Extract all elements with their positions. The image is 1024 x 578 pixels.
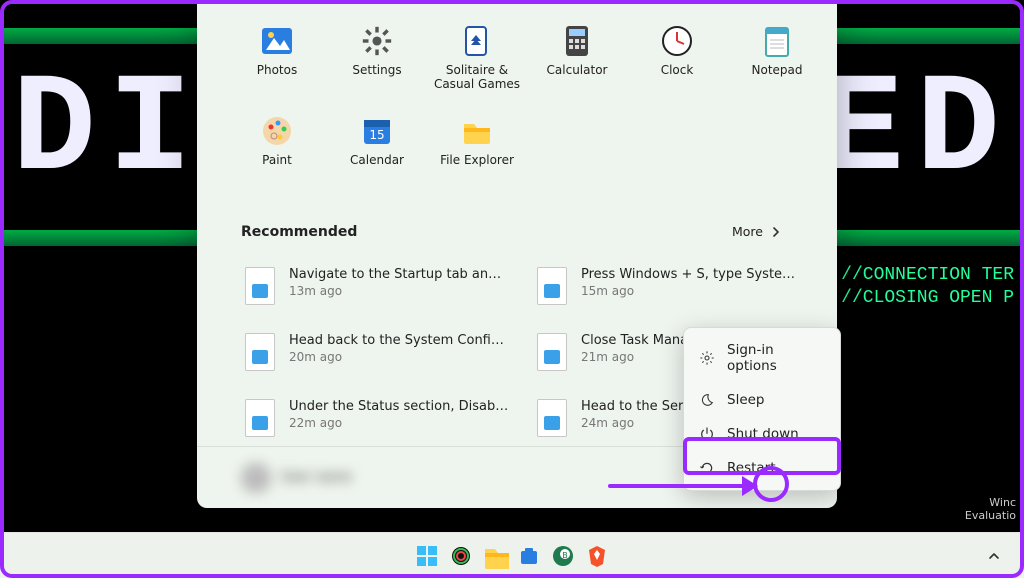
taskbar-brave[interactable]	[583, 542, 611, 570]
recommended-item[interactable]: Navigate to the Startup tab and cli… 13m …	[241, 263, 513, 309]
settings-icon	[360, 24, 394, 58]
power-menu-label: Shut down	[727, 426, 799, 442]
calendar-icon: 15	[360, 114, 394, 148]
recommended-title: Under the Status section, Disable o…	[289, 399, 509, 414]
wallpaper-text-right: ED	[820, 52, 1012, 211]
pinned-app-notepad[interactable]: Notepad	[729, 18, 825, 104]
pinned-app-label: Solitaire & Casual Games	[432, 64, 522, 92]
user-name: User name	[281, 470, 352, 485]
calculator-icon	[560, 24, 594, 58]
taskbar-store[interactable]	[515, 542, 543, 570]
avatar	[241, 463, 271, 493]
taskbar-search[interactable]	[447, 542, 475, 570]
pinned-app-calculator[interactable]: Calculator	[529, 18, 625, 104]
pinned-app-label: Calculator	[547, 64, 608, 78]
document-icon	[245, 399, 275, 437]
document-icon	[245, 333, 275, 371]
power-icon	[699, 426, 715, 442]
pinned-app-settings[interactable]: Settings	[329, 18, 425, 104]
recommended-title: Close Task Manag	[581, 333, 696, 348]
recommended-time: 20m ago	[289, 350, 509, 364]
taskbar-start[interactable]	[413, 542, 441, 570]
pinned-app-label: Calendar	[350, 154, 404, 168]
recommended-title: Press Windows + S, type System C…	[581, 267, 801, 282]
power-menu-restart[interactable]: Restart	[689, 451, 835, 485]
wallpaper-code-1: //CONNECTION TER	[841, 265, 1014, 285]
restart-icon	[699, 460, 715, 476]
user-account-button[interactable]: User name	[241, 463, 352, 493]
notepad-icon	[760, 24, 794, 58]
pinned-app-label: Paint	[262, 154, 292, 168]
more-button[interactable]: More	[720, 218, 793, 245]
recommended-title: Navigate to the Startup tab and cli…	[289, 267, 509, 282]
pinned-app-label: Settings	[352, 64, 401, 78]
taskbar-edge[interactable]: B	[549, 542, 577, 570]
recommended-time: 13m ago	[289, 284, 509, 298]
recommended-time: 21m ago	[581, 350, 696, 364]
clock-icon	[660, 24, 694, 58]
recommended-item[interactable]: Head back to the System Configur… 20m ago	[241, 329, 513, 375]
power-menu-label: Restart	[727, 460, 776, 476]
power-menu-sign-in-options[interactable]: Sign-in options	[689, 333, 835, 383]
solitaire-icon	[460, 24, 494, 58]
recommended-item[interactable]: Under the Status section, Disable o… 22m …	[241, 395, 513, 441]
taskbar-tray-chevron[interactable]	[982, 544, 1006, 568]
pinned-app-explorer[interactable]: File Explorer	[429, 108, 525, 194]
pinned-app-label: File Explorer	[440, 154, 514, 168]
pinned-app-clock[interactable]: Clock	[629, 18, 725, 104]
pinned-app-photos[interactable]: Photos	[229, 18, 325, 104]
power-menu-sleep[interactable]: Sleep	[689, 383, 835, 417]
explorer-icon	[460, 114, 494, 148]
wallpaper-text-left: DI	[12, 52, 204, 211]
power-menu-shut-down[interactable]: Shut down	[689, 417, 835, 451]
power-menu: Sign-in options Sleep Shut down Restart	[683, 327, 841, 491]
document-icon	[245, 267, 275, 305]
pinned-app-label: Clock	[661, 64, 694, 78]
pinned-app-label: Notepad	[752, 64, 803, 78]
taskbar-explorer[interactable]	[481, 542, 509, 570]
document-icon	[537, 267, 567, 305]
power-menu-label: Sign-in options	[727, 342, 825, 374]
document-icon	[537, 333, 567, 371]
recommended-heading: Recommended	[241, 224, 357, 240]
recommended-time: 22m ago	[289, 416, 509, 430]
recommended-time: 15m ago	[581, 284, 801, 298]
taskbar: B	[0, 532, 1024, 578]
more-label: More	[732, 224, 763, 239]
recommended-title: Head back to the System Configur…	[289, 333, 509, 348]
pinned-app-calendar[interactable]: 15 Calendar	[329, 108, 425, 194]
svg-text:B: B	[562, 551, 568, 560]
photos-icon	[260, 24, 294, 58]
pinned-app-label: Photos	[257, 64, 297, 78]
windows-watermark: Winc Evaluatio	[965, 496, 1016, 522]
wallpaper-code-2: //CLOSING OPEN P	[841, 288, 1014, 308]
pinned-app-paint[interactable]: Paint	[229, 108, 325, 194]
recommended-item[interactable]: Press Windows + S, type System C… 15m ago	[533, 263, 805, 309]
pinned-app-solitaire[interactable]: Solitaire & Casual Games	[429, 18, 525, 104]
document-icon	[537, 399, 567, 437]
power-menu-label: Sleep	[727, 392, 765, 408]
gear-icon	[699, 350, 715, 366]
svg-text:15: 15	[369, 128, 384, 142]
pinned-apps-section: Photos Settings Solitaire & Casual Games Ca…	[197, 0, 837, 194]
paint-icon	[260, 114, 294, 148]
moon-icon	[699, 392, 715, 408]
chevron-right-icon	[771, 227, 781, 237]
